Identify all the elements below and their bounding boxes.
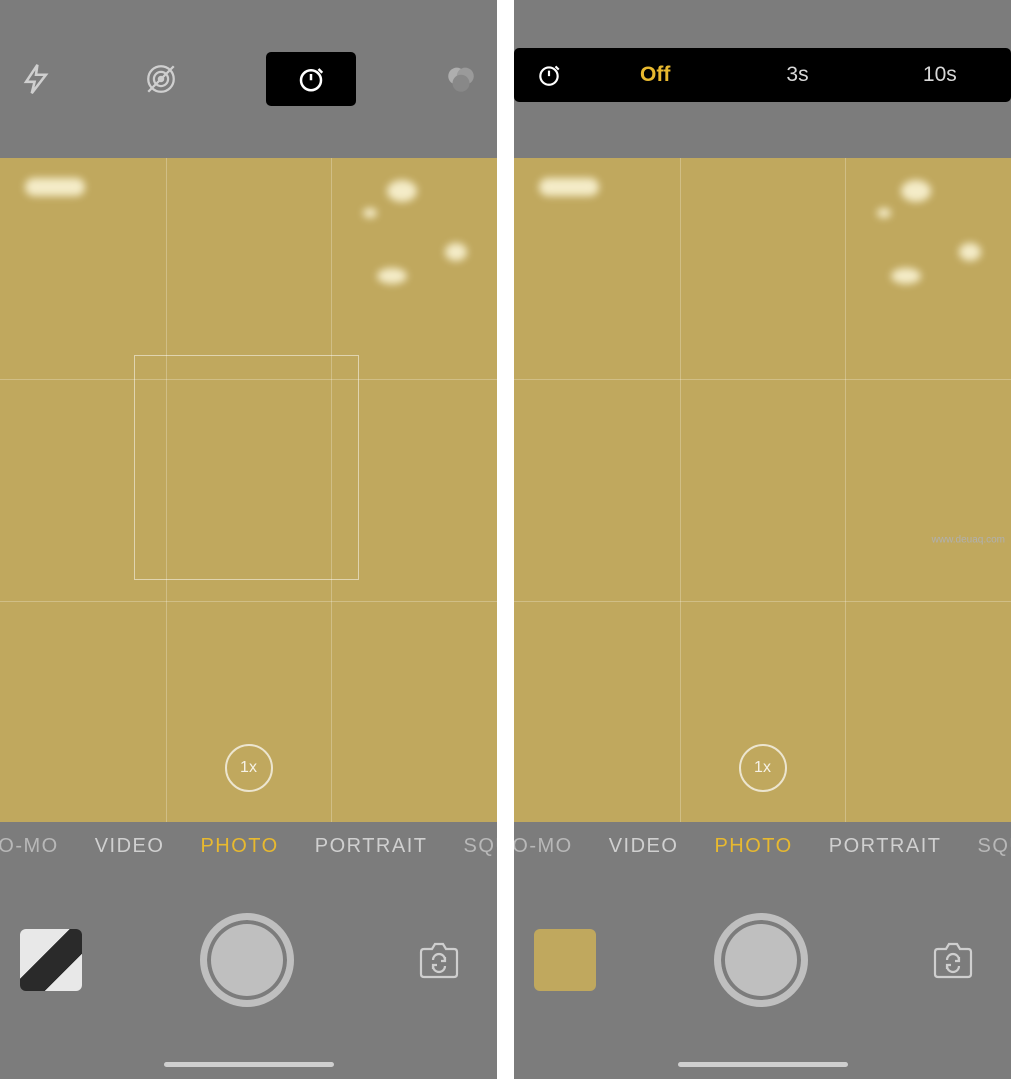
lens-flare	[891, 268, 921, 284]
timer-button[interactable]	[266, 52, 356, 106]
timer-icon[interactable]	[514, 62, 584, 88]
viewfinder[interactable]: 1x	[0, 158, 497, 822]
lens-flare	[901, 180, 931, 202]
flash-icon[interactable]	[16, 59, 56, 99]
mode-photo[interactable]: PHOTO	[200, 835, 278, 858]
watermark: www.deuaq.com	[932, 534, 1005, 545]
mode-video[interactable]: VIDEO	[95, 835, 165, 858]
mode-square[interactable]: SQUA	[464, 835, 498, 858]
lens-flare	[539, 178, 599, 196]
top-controls: Off 3s 10s	[514, 0, 1011, 158]
lens-flare	[877, 208, 891, 218]
mode-portrait[interactable]: PORTRAIT	[315, 835, 428, 858]
mode-slomo[interactable]: SLO-MO	[0, 835, 59, 858]
grid-line	[680, 158, 681, 822]
focus-indicator	[134, 355, 359, 580]
lens-flare	[445, 243, 467, 261]
viewfinder[interactable]: 1x	[514, 158, 1011, 822]
timer-option-3s[interactable]: 3s	[726, 63, 868, 87]
mode-photo[interactable]: PHOTO	[714, 835, 792, 858]
mode-square[interactable]: SQUA	[978, 835, 1011, 858]
zoom-badge[interactable]: 1x	[739, 744, 787, 792]
mode-selector[interactable]: SLO-MO VIDEO PHOTO PORTRAIT SQUA	[0, 822, 497, 870]
top-controls	[0, 0, 497, 158]
live-off-icon[interactable]	[141, 59, 181, 99]
mode-selector[interactable]: SLO-MO VIDEO PHOTO PORTRAIT SQUA	[514, 822, 1011, 870]
camera-screen-timer-button: 1x SLO-MO VIDEO PHOTO PORTRAIT SQUA	[0, 0, 497, 1079]
timer-options-bar: Off 3s 10s	[514, 48, 1011, 102]
filters-icon[interactable]	[441, 59, 481, 99]
last-photo-thumbnail[interactable]	[534, 929, 596, 991]
mode-slomo[interactable]: SLO-MO	[514, 835, 573, 858]
shutter-button[interactable]	[200, 913, 294, 1007]
home-indicator[interactable]	[164, 1062, 334, 1067]
grid-line	[845, 158, 846, 822]
mode-portrait[interactable]: PORTRAIT	[829, 835, 942, 858]
timer-option-off[interactable]: Off	[584, 63, 726, 87]
timer-option-10s[interactable]: 10s	[869, 63, 1011, 87]
grid-line	[514, 601, 1011, 602]
lens-flare	[387, 180, 417, 202]
home-indicator[interactable]	[678, 1062, 848, 1067]
lens-flare	[363, 208, 377, 218]
mode-video[interactable]: VIDEO	[609, 835, 679, 858]
bottom-controls	[514, 870, 1011, 1079]
shutter-button[interactable]	[714, 913, 808, 1007]
lens-flare	[959, 243, 981, 261]
switch-camera-icon[interactable]	[411, 937, 467, 983]
bottom-controls	[0, 870, 497, 1079]
lens-flare	[377, 268, 407, 284]
lens-flare	[25, 178, 85, 196]
switch-camera-icon[interactable]	[925, 937, 981, 983]
grid-line	[514, 379, 1011, 380]
zoom-badge[interactable]: 1x	[225, 744, 273, 792]
last-photo-thumbnail[interactable]	[20, 929, 82, 991]
grid-line	[0, 601, 497, 602]
